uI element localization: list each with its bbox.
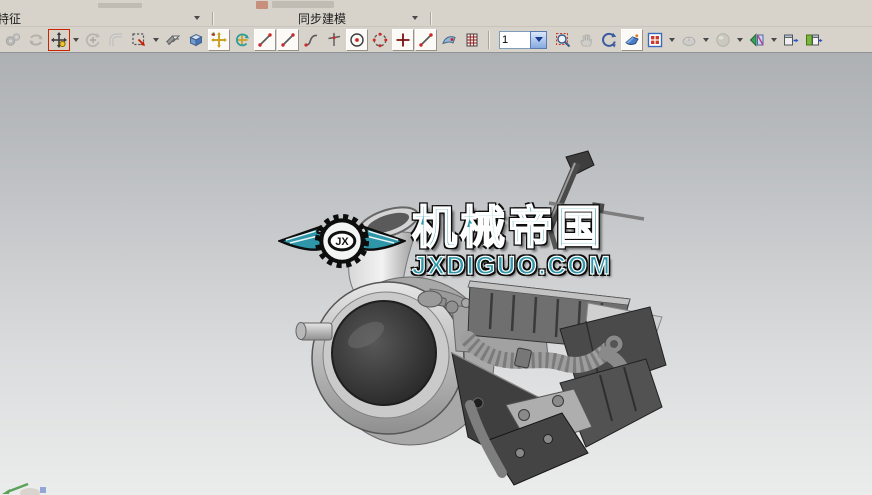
snap-point-icon[interactable] bbox=[746, 29, 768, 51]
numeric-combobox bbox=[499, 31, 547, 49]
pull-face-icon[interactable] bbox=[105, 29, 127, 51]
render-style-icon[interactable] bbox=[678, 29, 700, 51]
gears-icon[interactable] bbox=[2, 29, 24, 51]
dropdown-arrow-icon[interactable] bbox=[73, 38, 79, 42]
watermark: JX 机械帝国 JXDIGUO.COM bbox=[278, 205, 612, 281]
point-axis-icon[interactable] bbox=[323, 29, 345, 51]
delete-face-icon[interactable] bbox=[162, 29, 184, 51]
tile-windows-icon[interactable] bbox=[803, 29, 825, 51]
move-object-icon[interactable] bbox=[208, 29, 230, 51]
dropdown-arrow-icon[interactable] bbox=[669, 38, 675, 42]
toolbar-caption-row: 特征 同步建模 bbox=[0, 10, 872, 26]
watermark-url: JXDIGUO.COM bbox=[412, 252, 612, 281]
view-triad-icon bbox=[0, 481, 60, 495]
circle-center-icon[interactable] bbox=[346, 29, 368, 51]
zoom-icon[interactable] bbox=[552, 29, 574, 51]
toolbar-separator bbox=[430, 12, 432, 25]
synchronous-modeling-group-label: 同步建模 bbox=[298, 10, 346, 27]
new-window-icon[interactable] bbox=[780, 29, 802, 51]
winged-gear-logo-icon: JX bbox=[278, 208, 406, 278]
clipped-label-fragment bbox=[272, 1, 334, 8]
features-toolbar-caption: 特征 bbox=[0, 10, 208, 26]
dropdown-arrow-icon[interactable] bbox=[703, 38, 709, 42]
face-region-icon[interactable] bbox=[438, 29, 460, 51]
plus-icon[interactable] bbox=[392, 29, 414, 51]
logo-monogram: JX bbox=[335, 236, 349, 248]
view-layout-icon[interactable] bbox=[644, 29, 666, 51]
select-region-icon[interactable] bbox=[128, 29, 150, 51]
line-icon[interactable] bbox=[254, 29, 276, 51]
dropdown-arrow-icon[interactable] bbox=[412, 16, 418, 20]
dropdown-arrow-icon[interactable] bbox=[737, 38, 743, 42]
cad-application-window: 特征 同步建模 bbox=[0, 0, 872, 495]
toolbar-separator bbox=[488, 31, 490, 49]
true-shading-icon[interactable] bbox=[712, 29, 734, 51]
dropdown-arrow-icon[interactable] bbox=[771, 38, 777, 42]
rotate-object-icon[interactable] bbox=[231, 29, 253, 51]
toolbar-separator bbox=[212, 12, 214, 25]
rotate-face-icon[interactable] bbox=[82, 29, 104, 51]
clipped-icon-fragment bbox=[256, 1, 268, 9]
swap-arrows-icon[interactable] bbox=[25, 29, 47, 51]
numeric-combobox-input[interactable] bbox=[499, 31, 530, 49]
mounting-bracket bbox=[452, 353, 662, 485]
line-angle-icon[interactable] bbox=[415, 29, 437, 51]
dropdown-arrow-icon bbox=[535, 37, 543, 42]
features-group-label: 特征 bbox=[0, 10, 21, 27]
grid-icon[interactable] bbox=[461, 29, 483, 51]
watermark-title: 机械帝国 bbox=[412, 205, 612, 250]
pan-icon[interactable] bbox=[575, 29, 597, 51]
linked-body-icon[interactable] bbox=[185, 29, 207, 51]
main-toolbar bbox=[0, 26, 872, 53]
clipped-ui-fragment bbox=[98, 3, 142, 8]
dropdown-arrow-icon[interactable] bbox=[194, 16, 200, 20]
rotate-view-icon[interactable] bbox=[598, 29, 620, 51]
shaded-view-icon[interactable] bbox=[621, 29, 643, 51]
synchronous-modeling-toolbar-caption: 同步建模 bbox=[218, 10, 426, 26]
dropdown-arrow-icon[interactable] bbox=[153, 38, 159, 42]
circle-dashed-icon[interactable] bbox=[369, 29, 391, 51]
line-point-icon[interactable] bbox=[277, 29, 299, 51]
move-face-icon[interactable] bbox=[48, 29, 70, 51]
arc-icon[interactable] bbox=[300, 29, 322, 51]
graphics-viewport[interactable]: JX 机械帝国 JXDIGUO.COM bbox=[0, 52, 872, 495]
clipped-toolbar-row bbox=[0, 0, 872, 10]
combobox-dropdown-button[interactable] bbox=[530, 31, 547, 49]
